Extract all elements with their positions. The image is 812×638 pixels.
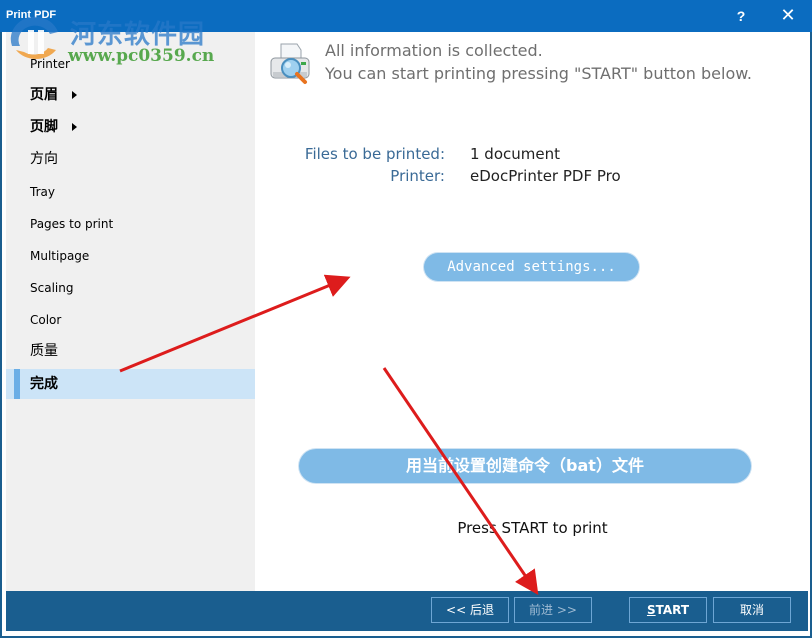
heading-line-1: All information is collected. [325,41,543,60]
files-value: 1 document [470,145,560,163]
window-title: Print PDF [6,9,57,21]
sidebar: Printer 页眉 页脚 方向 Tray Pages to print Mul… [6,32,255,591]
sidebar-item-pages-to-print[interactable]: Pages to print [6,209,255,239]
help-button[interactable]: ? [718,0,764,32]
sidebar-item-scaling[interactable]: Scaling [6,273,255,303]
back-button[interactable]: << 后退 [431,597,509,623]
sidebar-item-label: Tray [30,185,55,199]
close-icon: ✕ [780,5,796,26]
sidebar-item-tray[interactable]: Tray [6,177,255,207]
sidebar-item-label: Printer [30,57,70,71]
heading-line-2: You can start printing pressing "START" … [325,64,752,83]
cancel-button[interactable]: 取消 [713,597,791,623]
printer-label: Printer: [390,167,445,185]
press-start-hint: Press START to print [457,519,608,537]
start-mnemonic: S [646,603,656,617]
next-button[interactable]: 前进 >> [514,597,592,623]
files-label: Files to be printed: [304,145,445,163]
sidebar-item-footer[interactable]: 页脚 [6,112,255,142]
start-button[interactable]: START [629,597,707,623]
close-button[interactable]: ✕ [765,0,811,32]
sidebar-item-label: Pages to print [30,217,114,231]
sidebar-item-label: 页脚 [30,119,58,135]
main-panel: All information is collected. You can st… [255,32,810,591]
footer-bar: << 后退 前进 >> START 取消 [6,591,808,631]
sidebar-item-orientation[interactable]: 方向 [6,144,255,174]
create-bat-file-button[interactable]: 用当前设置创建命令（bat）文件 [299,449,751,483]
sidebar-item-finish[interactable]: 完成 [6,369,255,399]
sidebar-item-label: 方向 [30,151,58,167]
sidebar-item-label: 页眉 [30,87,58,103]
sidebar-item-multipage[interactable]: Multipage [6,241,255,271]
printer-magnifier-icon [270,43,310,84]
sidebar-item-label: 完成 [30,376,58,392]
sidebar-item-printer[interactable]: Printer [6,49,255,79]
sidebar-item-header[interactable]: 页眉 [6,80,255,110]
sidebar-item-label: 质量 [30,343,58,359]
sidebar-item-label: Multipage [30,249,90,263]
advanced-settings-button[interactable]: Advanced settings... [424,253,639,281]
sidebar-item-label: Scaling [30,281,74,295]
sidebar-item-label: Color [30,313,62,327]
title-bar: Print PDF ? ✕ [0,0,812,32]
sidebar-item-quality[interactable]: 质量 [6,336,255,366]
expand-arrow-icon [72,91,77,99]
printer-value: eDocPrinter PDF Pro [470,167,621,185]
expand-arrow-icon [72,123,77,131]
start-label-rest: TART [655,603,690,617]
print-pdf-window: Print PDF ? ✕ Printer 页眉 页脚 方向 Tray Page… [0,0,812,638]
sidebar-item-color[interactable]: Color [6,305,255,335]
dialog-client: Printer 页眉 页脚 方向 Tray Pages to print Mul… [2,32,810,636]
